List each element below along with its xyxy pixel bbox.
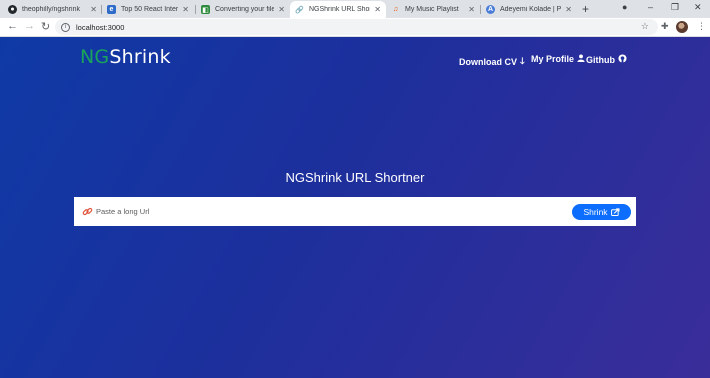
tab-title: My Music Playlist — [405, 6, 459, 13]
converter-icon: ◧ — [201, 5, 210, 14]
nav-my-profile[interactable]: My Profile — [531, 54, 585, 64]
browser-toolbar: ← → ↻ i localhost:3000 ☆ ✚ ⋮ — [0, 18, 710, 37]
nav-label: Github — [586, 54, 615, 65]
menu-kebab-icon[interactable]: ⋮ — [697, 21, 706, 32]
logo[interactable]: NGShrink — [80, 46, 171, 68]
music-icon: ♫ — [392, 6, 399, 13]
tab-ngshrink-github[interactable]: ● theophilly/ngshrink ✕ — [3, 1, 102, 18]
close-icon[interactable]: ✕ — [468, 5, 475, 14]
long-url-input[interactable] — [96, 203, 566, 220]
close-icon[interactable]: ✕ — [565, 5, 572, 14]
tab-ngshrink-active[interactable]: 🔗 NGShrink URL Shortn ✕ — [290, 1, 386, 18]
page-title: NGShrink URL Shortner — [285, 170, 425, 185]
close-icon[interactable]: ✕ — [182, 5, 189, 14]
window-close-icon[interactable]: ✕ — [694, 2, 702, 13]
tab-portfolio[interactable]: A Adeyemi Kolade | Por ✕ — [481, 1, 577, 18]
browser-tab-strip: ● theophilly/ngshrink ✕ e Top 50 React I… — [0, 0, 710, 18]
link-icon: 🔗 — [295, 6, 304, 14]
close-icon[interactable]: ✕ — [90, 5, 97, 14]
nav-label: My Profile — [531, 54, 575, 64]
minimize-icon[interactable]: – — [648, 2, 653, 12]
tab-title: NGShrink URL Shortn — [309, 6, 370, 13]
page-viewport: NGShrink Download CV 🡓 My Profile Github… — [0, 37, 710, 378]
user-icon — [577, 54, 585, 64]
arrow-down-icon: 🡓 — [520, 56, 525, 66]
link-icon — [82, 207, 93, 216]
restore-icon[interactable]: ❐ — [671, 2, 679, 13]
github-icon — [618, 54, 627, 65]
back-icon[interactable]: ← — [7, 20, 18, 32]
address-bar[interactable]: i localhost:3000 ☆ — [55, 19, 658, 35]
nav-github[interactable]: Github — [586, 54, 627, 65]
shrink-button-label: Shrink — [583, 207, 608, 217]
tab-title: Adeyemi Kolade | Por — [500, 6, 562, 13]
close-icon[interactable]: ✕ — [278, 5, 285, 14]
logo-ng: NG — [80, 46, 110, 68]
nav-download-cv[interactable]: Download CV 🡓 — [459, 54, 525, 70]
new-tab-button[interactable]: + — [582, 2, 589, 16]
share-out-icon — [610, 208, 620, 216]
profile-menu-icon[interactable]: ● — [622, 2, 627, 12]
shorten-form — [74, 197, 636, 226]
tab-converting-file[interactable]: ◧ Converting your file ✕ — [196, 1, 290, 18]
tab-title: Top 50 React Intervie — [121, 6, 179, 13]
e-icon: e — [107, 5, 116, 14]
close-icon[interactable]: ✕ — [374, 5, 381, 14]
shrink-button[interactable]: Shrink — [572, 204, 631, 220]
info-icon[interactable]: i — [61, 22, 70, 32]
bookmark-star-icon[interactable]: ☆ — [641, 21, 649, 32]
avatar[interactable] — [676, 21, 688, 33]
forward-icon[interactable]: → — [24, 20, 35, 32]
url-text: localhost:3000 — [76, 22, 125, 32]
github-icon: ● — [8, 5, 17, 14]
tab-react-interview[interactable]: e Top 50 React Intervie ✕ — [102, 1, 194, 18]
tab-title: Converting your file — [215, 6, 275, 13]
portfolio-icon: A — [486, 5, 495, 14]
logo-shrink: Shrink — [109, 46, 171, 68]
tab-title: theophilly/ngshrink — [22, 6, 80, 13]
nav-label: Download CV — [459, 57, 517, 67]
tab-music-playlist[interactable]: ♫ My Music Playlist ✕ — [386, 1, 480, 18]
reload-icon[interactable]: ↻ — [41, 20, 50, 33]
extensions-icon[interactable]: ✚ — [661, 21, 669, 32]
